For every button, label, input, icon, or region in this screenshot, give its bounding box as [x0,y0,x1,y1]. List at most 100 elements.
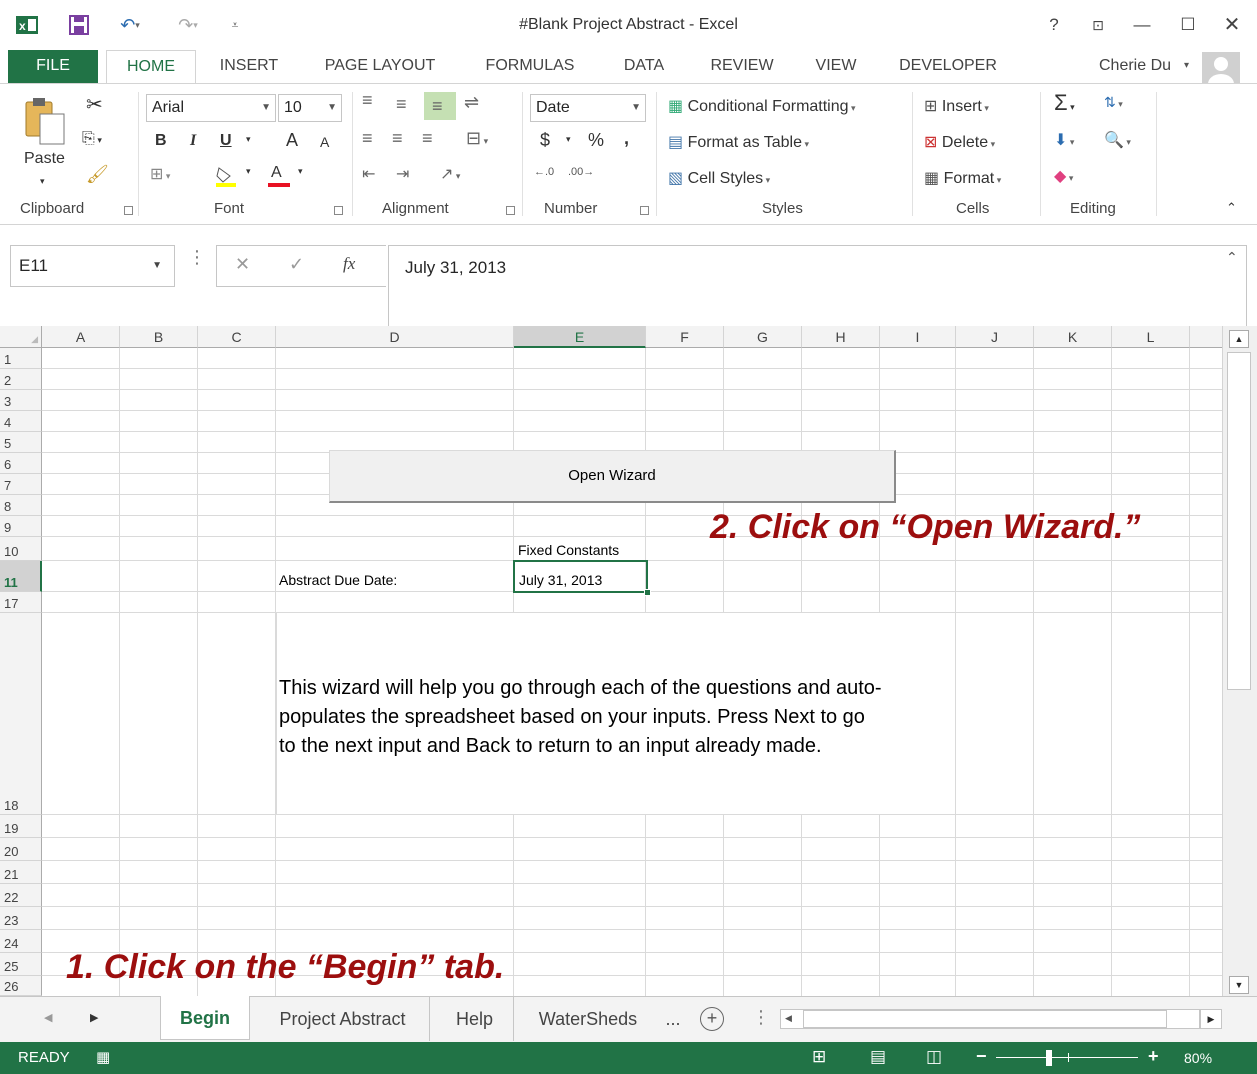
close-icon[interactable]: ✕ [1218,12,1246,38]
column-header-d[interactable]: D [276,326,514,348]
row-header-active[interactable]: 11 [0,561,42,592]
row-header[interactable]: 2 [0,369,42,390]
row-header[interactable]: 17 [0,592,42,613]
row-header[interactable]: 6 [0,453,42,474]
tab-view[interactable]: VIEW [800,50,872,84]
row-header[interactable]: 18 [0,613,42,815]
decrease-decimal-icon[interactable]: .00→ [568,166,594,178]
open-wizard-button[interactable]: Open Wizard [329,450,896,503]
column-header-e[interactable]: E [514,326,646,348]
scroll-left-icon[interactable]: ◀ [44,1011,52,1024]
cell-styles-button[interactable]: ▧ Cell Styles ▾ [668,168,770,188]
scroll-thumb[interactable] [1227,352,1251,690]
paste-label[interactable]: Paste [24,150,65,168]
zoom-out-icon[interactable]: − [976,1046,987,1067]
scroll-down-icon[interactable]: ▼ [1229,976,1249,994]
tab-formulas[interactable]: FORMULAS [468,50,592,84]
merge-center-icon[interactable]: ⊟ ▾ [466,128,488,149]
font-launcher-icon[interactable] [334,206,343,215]
format-cells-button[interactable]: ▦ Format ▾ [924,168,1001,188]
orientation-icon[interactable]: ↗ ▾ [440,164,460,184]
tab-developer[interactable]: DEVELOPER [884,50,1012,84]
column-header-i[interactable]: I [880,326,956,348]
column-header-b[interactable]: B [120,326,198,348]
hscroll-thumb[interactable] [803,1010,1167,1028]
add-sheet-icon[interactable]: + [700,1007,724,1031]
horizontal-scrollbar[interactable]: ◀ [780,1009,1200,1029]
avatar[interactable] [1202,52,1240,84]
grow-font-button[interactable]: A [286,130,298,151]
more-sheets-button[interactable]: ... [658,997,688,1041]
column-header-j[interactable]: J [956,326,1034,348]
splitter-handle-icon[interactable]: ⋮ [752,1007,770,1028]
insert-function-button[interactable]: fx [343,254,355,274]
zoom-in-icon[interactable]: + [1148,1046,1159,1067]
font-name-box[interactable]: Arial ▼ [146,94,276,122]
tab-data[interactable]: DATA [606,50,682,84]
fill-color-icon[interactable] [214,164,238,188]
minimize-icon[interactable]: — [1128,12,1156,38]
vertical-scrollbar[interactable]: ▲ ▼ [1222,326,1257,996]
percent-button[interactable]: % [588,130,604,151]
row-header[interactable]: 25 [0,953,42,976]
column-header-c[interactable]: C [198,326,276,348]
zoom-slider[interactable] [996,1057,1138,1058]
zoom-level[interactable]: 80% [1184,1050,1212,1066]
autosum-icon[interactable]: Σ ▾ [1054,90,1075,116]
ribbon-display-icon[interactable]: ⊡ [1084,12,1112,38]
page-layout-view-icon[interactable]: ▤ [870,1047,886,1067]
accounting-dropdown-icon[interactable]: ▾ [566,134,571,145]
font-color-dropdown-icon[interactable]: ▾ [298,166,303,177]
format-painter-icon[interactable]: 🖌 [86,164,109,185]
help-icon[interactable]: ? [1040,12,1068,38]
increase-decimal-icon[interactable]: ←.0 [534,166,554,178]
accounting-format-button[interactable]: $ [540,130,550,151]
user-dropdown-icon[interactable]: ▾ [1184,60,1189,71]
bottom-align-button[interactable]: ≡ [424,92,456,120]
conditional-formatting-button[interactable]: ▦ Conditional Formatting ▾ [668,96,856,116]
decrease-indent-icon[interactable]: ⇤ [362,164,375,184]
underline-button[interactable]: U [220,132,232,150]
enter-icon[interactable]: ✓ [289,254,304,275]
formula-input[interactable]: July 31, 2013 [388,245,1247,335]
align-left-icon[interactable]: ≡ [362,128,373,149]
column-header-h[interactable]: H [802,326,880,348]
sheet-tab-help[interactable]: Help [436,997,514,1041]
row-header[interactable]: 10 [0,537,42,561]
normal-view-icon[interactable]: ⊞ [812,1047,826,1067]
tab-home[interactable]: HOME [106,50,196,84]
paste-icon[interactable] [22,96,70,145]
copy-icon[interactable]: ⎘ ▾ [82,130,102,148]
select-all-corner[interactable]: ◢ [0,326,42,348]
maximize-icon[interactable]: ☐ [1174,12,1202,38]
column-header-f[interactable]: F [646,326,724,348]
clipboard-launcher-icon[interactable] [124,206,133,215]
delete-cells-button[interactable]: ⊠ Delete ▾ [924,132,995,152]
comma-button[interactable]: , [624,128,629,149]
font-size-box[interactable]: 10 ▼ [278,94,342,122]
wrap-text-icon[interactable]: ⇌ [464,92,479,113]
tab-review[interactable]: REVIEW [694,50,790,84]
find-select-icon[interactable]: 🔍 ▾ [1104,130,1131,150]
row-header[interactable]: 26 [0,976,42,996]
bold-button[interactable]: B [155,132,167,150]
row-header[interactable]: 5 [0,432,42,453]
format-as-table-button[interactable]: ▤ Format as Table ▾ [668,132,809,152]
row-header[interactable]: 8 [0,495,42,516]
collapse-ribbon-icon[interactable]: ⌃ [1226,200,1237,216]
increase-indent-icon[interactable]: ⇥ [396,164,409,184]
tab-file[interactable]: FILE [8,50,98,84]
column-header-m[interactable] [1190,326,1222,348]
fill-icon[interactable]: ⬇ ▾ [1054,130,1074,150]
column-header-k[interactable]: K [1034,326,1112,348]
number-launcher-icon[interactable] [640,206,649,215]
hscroll-right-icon[interactable]: ▶ [1200,1009,1222,1029]
row-header[interactable]: 21 [0,861,42,884]
cut-icon[interactable]: ✂ [86,92,103,117]
row-header[interactable]: 19 [0,815,42,838]
user-name[interactable]: Cherie Du [1088,50,1182,84]
row-header[interactable]: 20 [0,838,42,861]
column-header-a[interactable]: A [42,326,120,348]
italic-button[interactable]: I [190,132,196,150]
middle-align-icon[interactable]: ≡ [396,94,407,115]
